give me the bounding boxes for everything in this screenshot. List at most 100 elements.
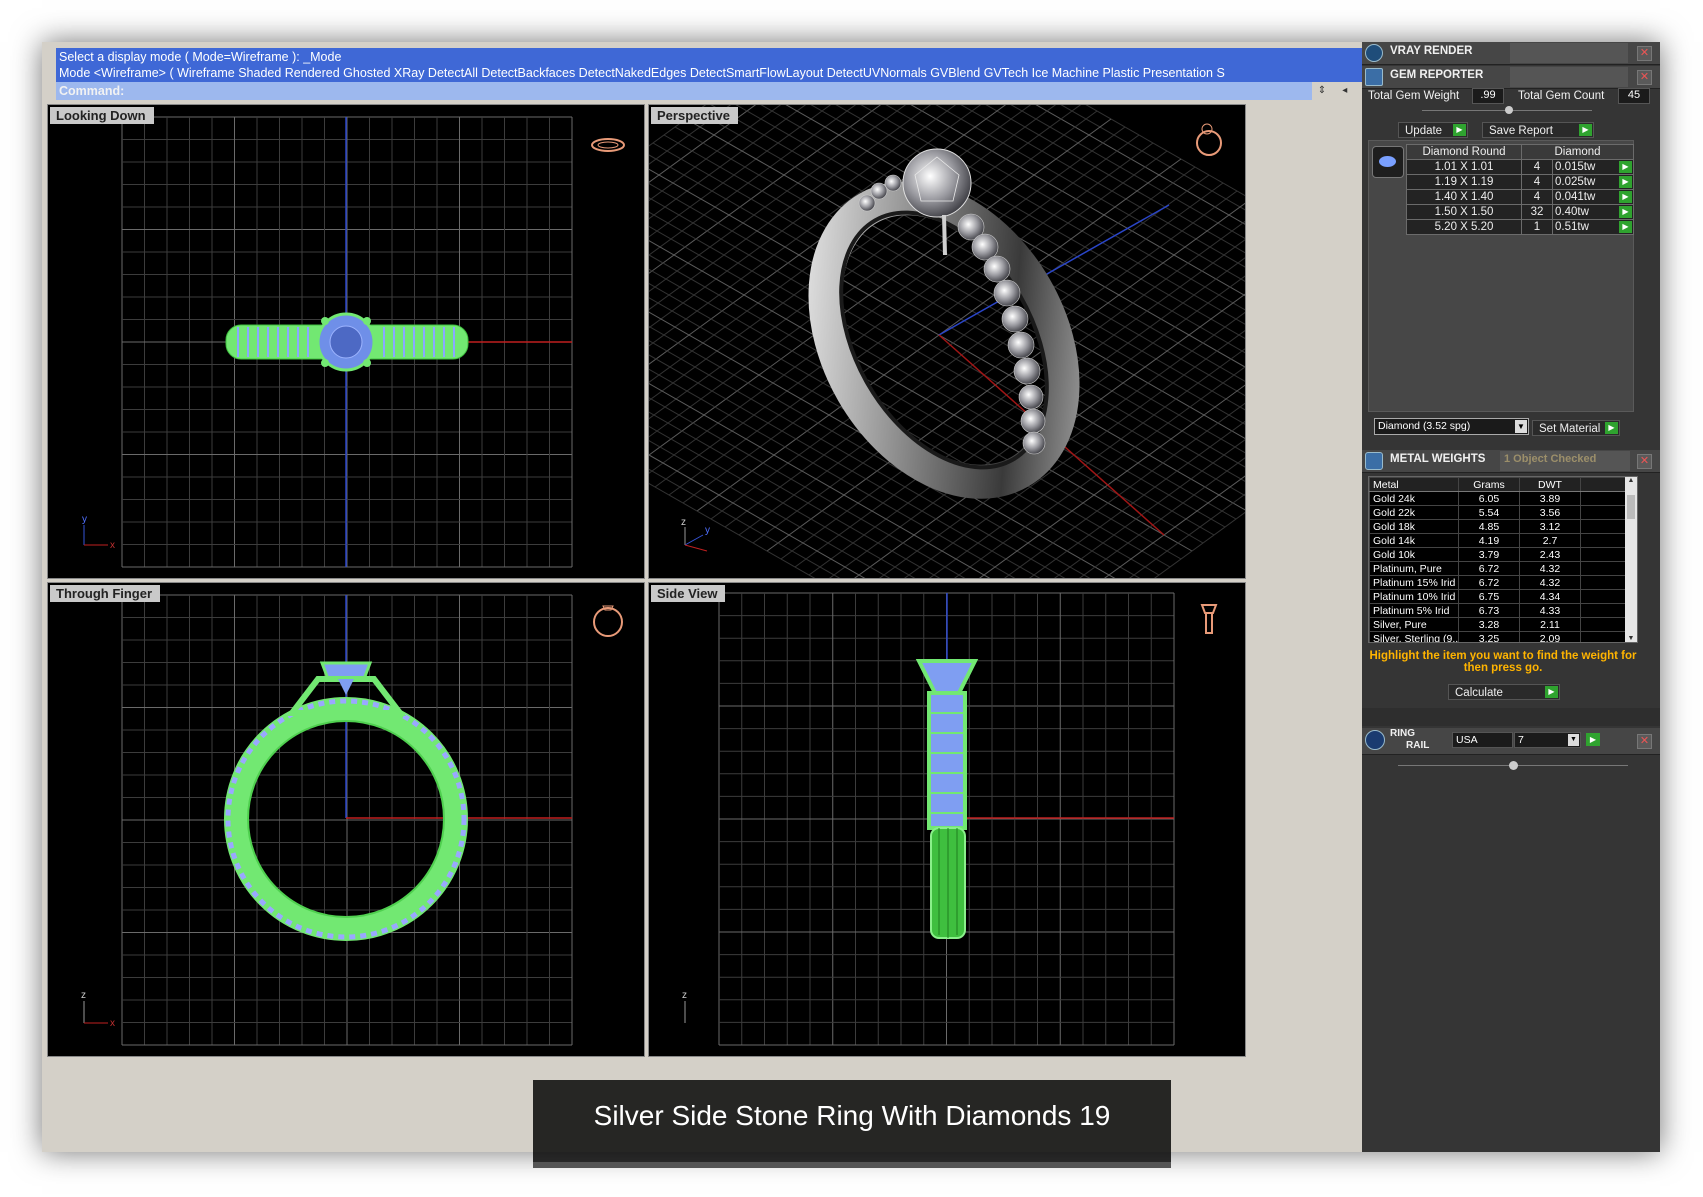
gem-weight-value: 0.025tw [1555, 176, 1596, 188]
panel-spacer [1362, 708, 1660, 726]
ring-thumbnail-icon [1196, 123, 1222, 156]
command-input[interactable]: Command: [56, 82, 1381, 100]
gem-table-row[interactable]: 1.19 X 1.19 4 0.025tw ▶ [1406, 174, 1634, 190]
go-arrow-icon[interactable]: ▶ [1619, 191, 1632, 203]
command-history-line-2: Mode <Wireframe> ( Wireframe Shaded Rend… [59, 66, 1225, 80]
metal-table-area[interactable]: Metal Grams DWT Gold 24k 6.05 3.89 Gold 22k… [1368, 476, 1638, 643]
gem-title: GEM REPORTER [1390, 69, 1484, 81]
close-icon[interactable]: ✕ [1637, 734, 1652, 749]
metal-col-spacer [1580, 477, 1632, 492]
metal-grams: 6.05 [1458, 491, 1520, 506]
metal-table-row[interactable]: Silver, Pure 3.28 2.11 [1369, 617, 1632, 632]
metal-dwt: 2.7 [1519, 533, 1581, 548]
viewport-through-finger[interactable]: Through Finger z x [47, 582, 645, 1057]
metal-title: METAL WEIGHTS [1390, 453, 1486, 465]
vray-icon [1365, 44, 1383, 62]
gem-count: 4 [1521, 189, 1553, 205]
total-gem-weight-value: .99 [1472, 88, 1504, 104]
metal-extra [1580, 533, 1632, 548]
update-button[interactable]: Update ▶ [1398, 122, 1468, 138]
gem-size: 1.19 X 1.19 [1406, 174, 1522, 190]
metal-grams: 6.73 [1458, 603, 1520, 618]
metal-table-scrollbar[interactable]: ▲ ▼ [1625, 477, 1637, 642]
ring-rail-slider-handle-icon[interactable] [1509, 761, 1518, 770]
metal-table-row[interactable]: Platinum 15% Irid 6.72 4.32 [1369, 575, 1632, 590]
viewport-title[interactable]: Through Finger [50, 585, 161, 602]
material-select[interactable]: Diamond (3.52 spg) ▼ [1374, 418, 1529, 435]
go-arrow-icon[interactable]: ▶ [1619, 176, 1632, 188]
close-icon[interactable]: ✕ [1637, 454, 1652, 469]
metal-table-row[interactable]: Gold 18k 4.85 3.12 [1369, 519, 1632, 534]
metal-extra [1580, 575, 1632, 590]
gem-weight-value: 0.40tw [1555, 206, 1589, 218]
metal-table-row[interactable]: Silver, Sterling (9... 3.25 2.09 [1369, 631, 1632, 642]
ring-size-select[interactable]: 7 ▼ [1514, 732, 1581, 748]
gem-reporter-header[interactable]: GEM REPORTER ✕ [1362, 66, 1660, 89]
arrow-left-icon[interactable]: ◂ [1335, 82, 1355, 100]
scroll-thumb[interactable] [1627, 495, 1635, 519]
metal-grams: 3.25 [1458, 631, 1520, 642]
calculate-button[interactable]: Calculate ▶ [1448, 684, 1560, 700]
side-view-canvas: z [682, 592, 1218, 1046]
metal-table-row[interactable]: Platinum 5% Irid 6.73 4.33 [1369, 603, 1632, 618]
metal-table-row[interactable]: Platinum, Pure 6.72 4.32 [1369, 561, 1632, 576]
metal-table-row[interactable]: Gold 24k 6.05 3.89 [1369, 491, 1632, 506]
axis-icon: z y [681, 517, 710, 552]
metal-table-row[interactable]: Gold 10k 3.79 2.43 [1369, 547, 1632, 562]
viewport-looking-down[interactable]: Looking Down y x [47, 104, 645, 579]
svg-text:z: z [81, 990, 86, 1001]
gem-table-row[interactable]: 1.01 X 1.01 4 0.015tw ▶ [1406, 159, 1634, 175]
ring-rail-go-icon[interactable]: ▶ [1586, 733, 1600, 746]
close-icon[interactable]: ✕ [1637, 70, 1652, 85]
go-arrow-icon[interactable]: ▶ [1619, 206, 1632, 218]
perspective-canvas: z y [649, 105, 1245, 578]
metal-weights-header[interactable]: METAL WEIGHTS 1 Object Checked ✕ [1362, 450, 1660, 473]
go-arrow-icon: ▶ [1453, 124, 1466, 136]
metal-grams: 6.72 [1458, 561, 1520, 576]
viewport-perspective[interactable]: Perspective z y [648, 104, 1246, 579]
metal-extra [1580, 561, 1632, 576]
header-spacer [1510, 43, 1628, 63]
metal-table-row[interactable]: Platinum 10% Irid 6.75 4.34 [1369, 589, 1632, 604]
viewport-title[interactable]: Looking Down [50, 107, 154, 124]
vray-render-header[interactable]: VRAY RENDER ✕ [1362, 42, 1660, 65]
chevron-down-icon[interactable]: ▼ [1515, 420, 1527, 433]
highlight-hint: Highlight the item you want to find the … [1369, 650, 1637, 674]
metal-dwt: 2.09 [1519, 631, 1581, 642]
metal-table-row[interactable]: Gold 22k 5.54 3.56 [1369, 505, 1632, 520]
gem-table-row[interactable]: 1.50 X 1.50 32 0.40tw ▶ [1406, 204, 1634, 220]
viewport-title[interactable]: Perspective [651, 107, 738, 124]
save-report-button[interactable]: Save Report ▶ [1482, 122, 1594, 138]
gem-report-icon [1365, 68, 1383, 86]
header-spacer [1510, 67, 1628, 87]
slider-handle-icon[interactable] [1505, 106, 1513, 114]
metal-table-row[interactable]: Gold 14k 4.19 2.7 [1369, 533, 1632, 548]
metal-extra [1580, 631, 1632, 642]
ring-thumbnail-icon [593, 605, 623, 637]
viewport-side-view[interactable]: Side View z [648, 582, 1246, 1057]
metal-col-dwt: DWT [1519, 477, 1581, 492]
chevron-down-icon[interactable]: ▼ [1568, 734, 1579, 746]
set-material-button[interactable]: Set Material ▶ [1532, 420, 1620, 436]
set-material-label: Set Material [1539, 423, 1601, 435]
metal-name: Platinum 10% Irid [1369, 589, 1459, 604]
metal-dwt: 3.56 [1519, 505, 1581, 520]
gem-table-row[interactable]: 5.20 X 5.20 1 0.51tw ▶ [1406, 219, 1634, 235]
go-arrow-icon[interactable]: ▶ [1619, 221, 1632, 233]
ring-profile-wireframe [915, 659, 979, 939]
gem-table-row[interactable]: 1.40 X 1.40 4 0.041tw ▶ [1406, 189, 1634, 205]
spin-icon[interactable]: ⇕ [1312, 82, 1332, 100]
go-arrow-icon[interactable]: ▶ [1619, 161, 1632, 173]
ring-size-system[interactable]: USA [1452, 732, 1513, 748]
metal-grams: 6.75 [1458, 589, 1520, 604]
looking-down-canvas: y x [82, 116, 625, 568]
close-icon[interactable]: ✕ [1637, 46, 1652, 61]
ring-rail-label-2: RAIL [1406, 740, 1430, 751]
metal-dwt: 4.33 [1519, 603, 1581, 618]
scroll-up-icon[interactable]: ▲ [1625, 477, 1637, 484]
scroll-down-icon[interactable]: ▼ [1625, 635, 1637, 642]
viewport-title[interactable]: Side View [651, 585, 726, 602]
material-select-value: Diamond (3.52 spg) [1378, 420, 1471, 432]
diamond-shape-icon[interactable] [1372, 146, 1404, 178]
metal-extra [1580, 603, 1632, 618]
